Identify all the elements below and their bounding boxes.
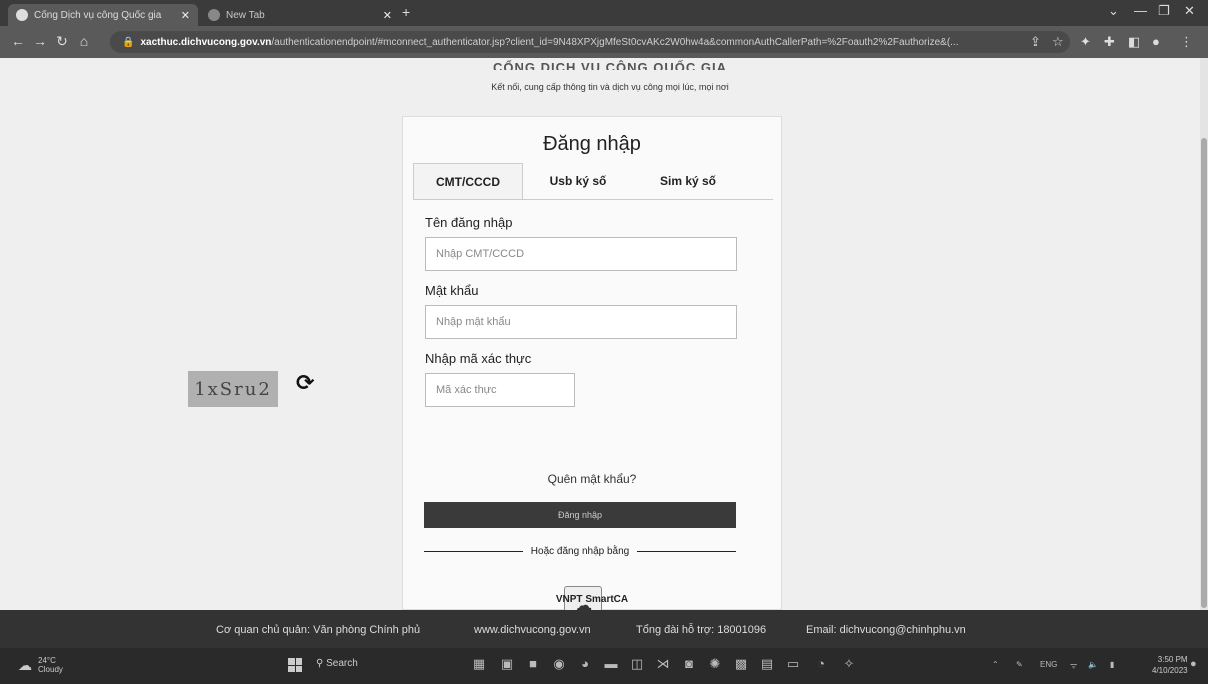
chrome-icon[interactable]: ◕	[576, 656, 594, 674]
captcha-label: Nhập mã xác thực	[425, 351, 532, 366]
forward-icon[interactable]: →	[32, 33, 48, 49]
site-tagline: Kết nối, cung cấp thông tin và dịch vụ c…	[491, 82, 729, 92]
app3-icon[interactable]: ▤	[758, 656, 776, 674]
page-scrollbar[interactable]	[1200, 58, 1208, 610]
tray-app-icon[interactable]: ✎	[1016, 660, 1023, 669]
captcha-image: 1xSru2	[188, 371, 278, 407]
side-panel-icon[interactable]: ◧	[1128, 34, 1140, 50]
maximize-icon[interactable]: ❐	[1158, 3, 1170, 19]
vnpt-smartca-label[interactable]: VNPT SmartCA	[402, 594, 782, 605]
profile-icon[interactable]: ●	[1152, 34, 1160, 49]
refresh-captcha-icon[interactable]: ⟳	[296, 370, 314, 396]
task-view-icon[interactable]: ▣	[498, 656, 516, 674]
url-host: xacthuc.dichvucong.gov.vn	[140, 36, 272, 48]
taskbar-search[interactable]: ⚲ Search	[316, 658, 358, 669]
app2-icon[interactable]: ✺	[706, 656, 724, 674]
app-icon[interactable]: ■	[524, 656, 542, 674]
back-icon[interactable]: ←	[10, 33, 26, 49]
grid-app-icon[interactable]: ▩	[732, 656, 750, 674]
os-taskbar: ☁ 24°C Cloudy ⚲ Search ▦ ▣ ■ ◉ ◕ ▬ ◫ ⋊ ◙…	[0, 648, 1208, 684]
tab-dichvucong[interactable]: Cổng Dịch vụ công Quốc gia ✕	[8, 4, 198, 26]
login-title: Đăng nhập	[543, 133, 641, 155]
password-label: Mật khẩu	[425, 283, 479, 298]
username-input[interactable]	[425, 237, 737, 271]
chrome-favicon-icon	[208, 9, 220, 21]
wifi-icon[interactable]: ᯤ	[1070, 660, 1077, 671]
login-card: Đăng nhập CMT/CCCD Usb ký số Sim ký số T…	[402, 116, 782, 610]
tab-cmt-cccd[interactable]: CMT/CCCD	[413, 163, 523, 199]
weather-widget[interactable]: ☁ 24°C Cloudy	[18, 656, 63, 674]
tab-search-icon[interactable]: ⌄	[1108, 3, 1119, 19]
battery-icon[interactable]: ▮	[1110, 660, 1114, 669]
windows-start-icon[interactable]	[288, 658, 302, 672]
footer-website-link[interactable]: www.dichvucong.gov.vn	[474, 624, 591, 636]
footer-hotline: Tổng đài hỗ trợ: 18001096	[636, 624, 767, 636]
site-favicon-icon	[16, 9, 28, 21]
close-tab-icon[interactable]: ✕	[181, 9, 190, 22]
vscode-icon[interactable]: ⋊	[654, 656, 672, 674]
weather-condition: Cloudy	[38, 665, 63, 674]
close-tab-icon[interactable]: ✕	[383, 9, 392, 22]
footer-agency: Cơ quan chủ quản: Văn phòng Chính phủ	[216, 624, 421, 636]
tab-sim-ky-so[interactable]: Sim ký số	[633, 163, 743, 199]
volume-icon[interactable]: 🔈	[1088, 660, 1098, 669]
browser-tab-bar: Cổng Dịch vụ công Quốc gia ✕ New Tab ✕ +…	[0, 0, 1208, 26]
new-tab-button[interactable]: +	[402, 4, 410, 20]
weather-temperature: 24°C	[38, 656, 56, 665]
reload-icon[interactable]: ↻	[54, 33, 70, 50]
cloud-icon: ☁	[18, 656, 32, 673]
site-footer: Cơ quan chủ quản: Văn phòng Chính phủ ww…	[0, 610, 1208, 648]
menu-icon[interactable]: ⋮	[1180, 34, 1193, 50]
bookmark-star-icon[interactable]: ☆	[1052, 34, 1064, 50]
browser2-icon[interactable]: ◔	[812, 656, 830, 674]
store-icon[interactable]: ◫	[628, 656, 646, 674]
app4-icon[interactable]: ✧	[840, 656, 858, 674]
clock-time: 3:50 PM	[1157, 655, 1188, 664]
tab-title: Cổng Dịch vụ công Quốc gia	[34, 9, 162, 21]
explorer-icon[interactable]: ▬	[602, 656, 620, 674]
url-path: /authenticationendpoint/#mconnect_authen…	[271, 36, 959, 48]
password-input[interactable]	[425, 305, 737, 339]
taskbar-search-label: Search	[326, 658, 358, 669]
home-icon[interactable]: ⌂	[76, 33, 92, 49]
zalo-icon[interactable]: ◙	[680, 656, 698, 674]
close-window-icon[interactable]: ✕	[1184, 3, 1195, 19]
puzzle-icon[interactable]: ✚	[1104, 34, 1115, 50]
login-method-tabs: CMT/CCCD Usb ký số Sim ký số	[413, 163, 743, 199]
address-bar[interactable]: 🔒 xacthuc.dichvucong.gov.vn /authenticat…	[110, 31, 1070, 53]
lock-icon: 🔒	[122, 36, 135, 48]
username-label: Tên đăng nhập	[425, 215, 513, 230]
clock-date: 4/10/2023	[1152, 666, 1188, 675]
site-name: CỔNG DỊCH VỤ CÔNG QUỐC GIA	[492, 60, 727, 70]
tab-new-tab[interactable]: New Tab ✕	[200, 4, 400, 26]
share-icon[interactable]: ⇪	[1030, 34, 1041, 50]
extension-icon[interactable]: ✦	[1080, 34, 1091, 50]
tab-title: New Tab	[226, 9, 265, 21]
terminal-icon[interactable]: ▭	[784, 656, 802, 674]
tray-overflow-icon[interactable]: ⌃	[992, 660, 999, 669]
tab-divider	[413, 199, 773, 200]
camera-app-icon[interactable]: ◉	[550, 656, 568, 674]
widgets-icon[interactable]: ▦	[470, 656, 488, 674]
browser-toolbar: ← → ↻ ⌂ 🔒 xacthuc.dichvucong.gov.vn /aut…	[0, 26, 1208, 58]
scrollbar-thumb[interactable]	[1201, 138, 1207, 608]
tab-usb-ky-so[interactable]: Usb ký số	[523, 163, 633, 199]
footer-email[interactable]: Email: dichvucong@chinhphu.vn	[806, 624, 966, 636]
captcha-input[interactable]	[425, 373, 575, 407]
language-indicator[interactable]: ENG	[1040, 660, 1057, 669]
page-viewport: CỔNG DỊCH VỤ CÔNG QUỐC GIA Kết nối, cung…	[0, 58, 1208, 624]
notification-icon[interactable]: ●	[1190, 658, 1197, 670]
minimize-icon[interactable]: —	[1134, 3, 1147, 18]
search-icon: ⚲	[316, 658, 324, 669]
system-clock[interactable]: 3:50 PM 4/10/2023	[1152, 654, 1188, 676]
